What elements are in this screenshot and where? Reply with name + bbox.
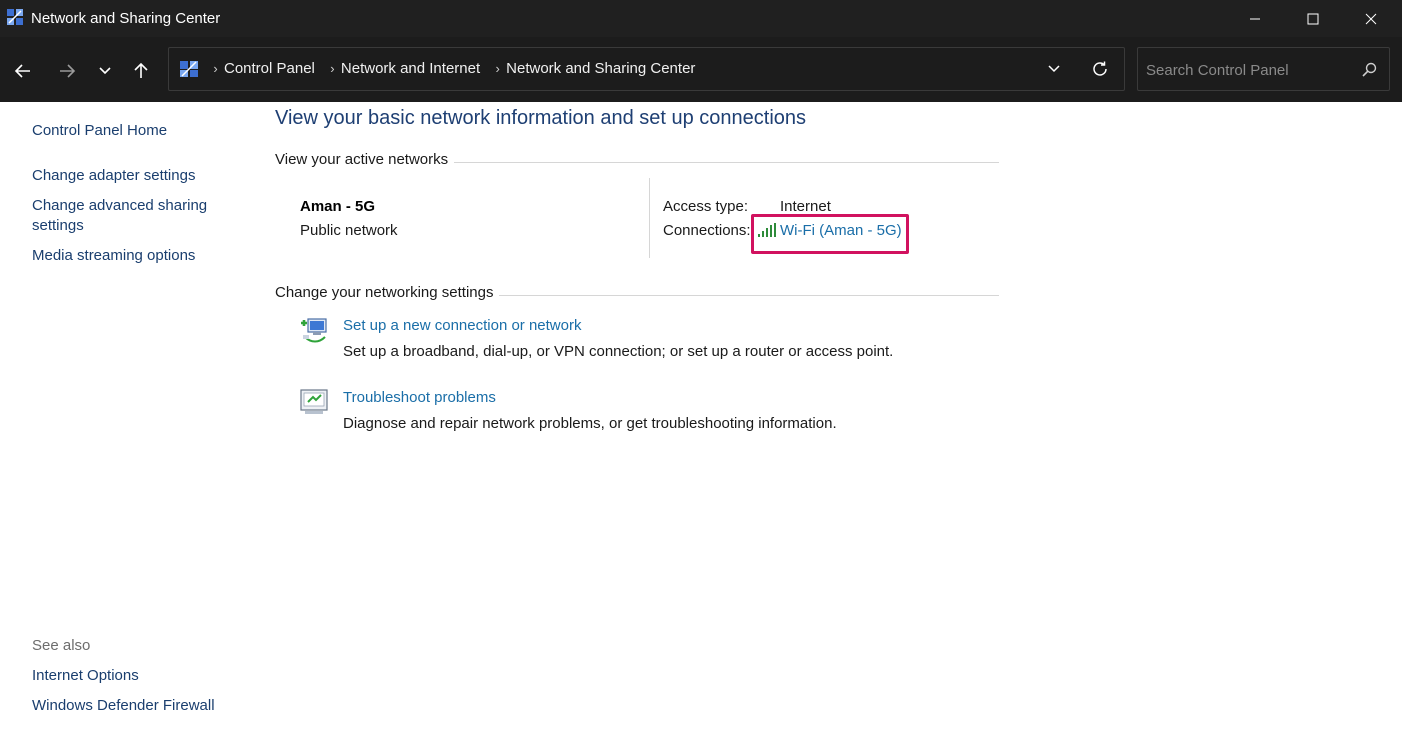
active-networks-heading: View your active networks (275, 151, 455, 168)
back-button[interactable] (9, 57, 37, 85)
breadcrumb-control-panel[interactable]: Control Panel (224, 60, 315, 77)
see-also-label: See also (32, 637, 91, 654)
up-button[interactable] (127, 57, 155, 85)
network-type[interactable]: Public network (300, 222, 398, 239)
page-title: View your basic network information and … (275, 107, 807, 129)
section-divider (453, 162, 999, 163)
wifi-signal-icon (758, 223, 776, 237)
breadcrumb-network-and-internet[interactable]: Network and Internet (341, 60, 480, 77)
troubleshoot-problems-link[interactable]: Troubleshoot problems (343, 389, 496, 406)
networking-settings-heading: Change your networking settings (275, 284, 500, 301)
media-streaming-options-link[interactable]: Media streaming options (32, 246, 195, 266)
network-name: Aman - 5G (300, 198, 376, 215)
title-bar: Network and Sharing Center (0, 0, 1402, 37)
chevron-right-icon: › (330, 61, 335, 76)
minimize-button[interactable] (1226, 0, 1284, 37)
refresh-icon (1093, 61, 1107, 76)
close-button[interactable] (1342, 0, 1400, 37)
chevron-down-icon (1048, 65, 1060, 73)
navigation-bar: › Control Panel › Network and Internet ›… (0, 37, 1402, 102)
wifi-connection-link[interactable]: Wi-Fi (Aman - 5G) (780, 222, 902, 239)
address-dropdown-button[interactable] (1043, 58, 1065, 80)
control-panel-icon (180, 61, 198, 77)
search-box[interactable] (1137, 47, 1390, 91)
change-adapter-settings-link[interactable]: Change adapter settings (32, 166, 195, 186)
vertical-divider (649, 178, 650, 258)
chevron-right-icon: › (213, 61, 218, 76)
connections-label: Connections: (663, 222, 751, 239)
control-panel-home-link[interactable]: Control Panel Home (32, 121, 167, 141)
search-icon[interactable] (1360, 61, 1378, 79)
troubleshoot-icon (300, 389, 328, 414)
access-type-label: Access type: (663, 198, 749, 215)
new-connection-icon (301, 318, 327, 343)
chevron-down-icon (99, 67, 111, 75)
window-title: Network and Sharing Center (31, 10, 221, 27)
section-divider (497, 295, 999, 296)
setup-new-connection-link[interactable]: Set up a new connection or network (343, 317, 581, 334)
address-bar[interactable]: › Control Panel › Network and Internet ›… (168, 47, 1125, 91)
close-icon (1365, 13, 1377, 24)
troubleshoot-problems-description: Diagnose and repair network problems, or… (343, 415, 837, 432)
breadcrumb-network-and-sharing-center[interactable]: Network and Sharing Center (506, 60, 695, 77)
maximize-icon (1307, 13, 1319, 24)
up-arrow-icon (134, 62, 148, 78)
setup-new-connection-description: Set up a broadband, dial-up, or VPN conn… (343, 343, 894, 360)
breadcrumb: › Control Panel › Network and Internet ›… (207, 60, 704, 77)
forward-arrow-icon (60, 64, 76, 78)
change-advanced-sharing-settings-link[interactable]: Change advanced sharing settings (32, 196, 232, 236)
maximize-button[interactable] (1284, 0, 1342, 37)
refresh-button[interactable] (1089, 58, 1111, 80)
windows-defender-firewall-link[interactable]: Windows Defender Firewall (32, 696, 215, 716)
minimize-icon (1250, 18, 1260, 19)
back-arrow-icon (14, 64, 30, 78)
internet-options-link[interactable]: Internet Options (32, 666, 139, 686)
forward-button[interactable] (53, 57, 81, 85)
search-input[interactable] (1146, 60, 1346, 80)
network-center-icon (7, 9, 23, 25)
access-type-value: Internet (780, 198, 831, 215)
chevron-right-icon: › (495, 61, 500, 76)
recent-locations-button[interactable] (91, 57, 119, 85)
